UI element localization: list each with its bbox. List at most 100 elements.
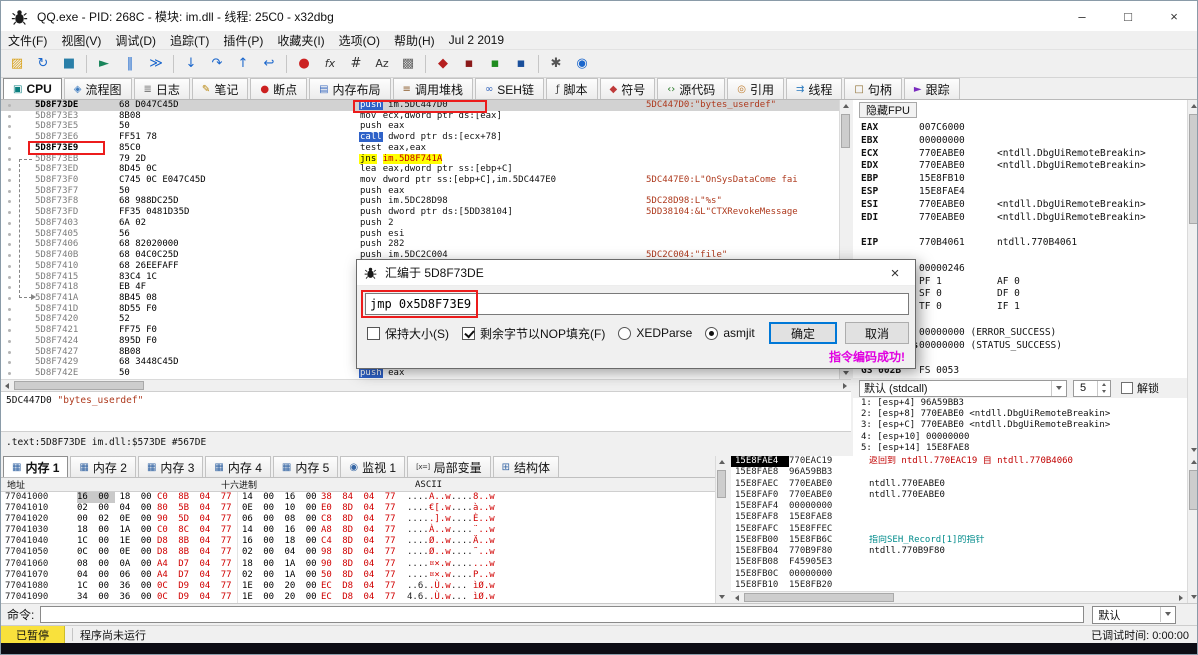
- close-button[interactable]: ×: [1151, 1, 1197, 31]
- register-row[interactable]: EIP 770B4061 ntdll.770B4061: [853, 237, 1187, 250]
- command-input[interactable]: [40, 606, 1085, 623]
- disasm-row[interactable]: 5D8F7405 56 push esi: [1, 229, 839, 240]
- tab-graph[interactable]: ◈ 流程图: [63, 78, 132, 99]
- scroll-thumb[interactable]: [841, 114, 850, 148]
- tab-memory-map[interactable]: ▤ 内存布局: [309, 78, 391, 99]
- dump-row[interactable]: 77041090 34 00 36 00 0C D9 04 77 1E 00 20 0…: [1, 591, 715, 603]
- scroll-down-icon[interactable]: [1188, 591, 1197, 603]
- minimize-button[interactable]: –: [1059, 1, 1105, 31]
- stack-row[interactable]: 15E8FAFC 15E8FFEC: [731, 524, 1187, 535]
- step-over-icon[interactable]: ↷: [205, 53, 229, 75]
- tab-source[interactable]: ‹› 源代码: [657, 78, 726, 99]
- open-folder-icon[interactable]: ▨: [5, 53, 29, 75]
- dump-row[interactable]: 77041070 04 00 06 00 A4 D7 04 77 02 00 1A 0…: [1, 569, 715, 581]
- az-icon[interactable]: Az: [370, 53, 394, 75]
- tab-breakpoints[interactable]: ● 断点: [250, 78, 308, 99]
- dump-row[interactable]: 77041060 08 00 0A 00 A4 D7 04 77 18 00 1A 0…: [1, 558, 715, 570]
- run-to-user-icon[interactable]: ≫: [144, 53, 168, 75]
- dump-row[interactable]: 77041040 1C 00 1E 00 D8 8B 04 77 16 00 18 0…: [1, 536, 715, 548]
- stack-row[interactable]: 15E8FB04 770B9F80 ntdll.770B9F80: [731, 546, 1187, 557]
- dump-vscrollbar[interactable]: [715, 456, 727, 603]
- disasm-row[interactable]: 5D8F73F8 68 988DC25D push im.5DC28D98 5DC28…: [1, 196, 839, 207]
- disasm-row[interactable]: 5D8F73E3 8B08 mov ecx,dword ptr ds:[eax]: [1, 111, 839, 122]
- scroll-down-icon[interactable]: [1188, 444, 1197, 456]
- tab-dump-2[interactable]: ▦ 内存 2: [70, 456, 136, 477]
- assembly-instruction-input[interactable]: [365, 293, 909, 315]
- disasm-row[interactable]: 5D8F7406 68 82020000 push 282: [1, 239, 839, 250]
- menu-options[interactable]: 选项(O): [332, 30, 387, 51]
- arg-count-spinner[interactable]: 5: [1073, 379, 1111, 397]
- tab-cpu[interactable]: ▣ CPU: [3, 78, 62, 99]
- tab-log[interactable]: ≣ 日志: [133, 78, 190, 99]
- disasm-row[interactable]: 5D8F73E5 50 push eax: [1, 121, 839, 132]
- tab-locals[interactable]: [x=] 局部变量: [407, 456, 491, 477]
- disasm-row[interactable]: 5D8F73E6 FF51 78 call dword ptr ds:[ecx+78…: [1, 132, 839, 143]
- tab-dump-1[interactable]: ▦ 内存 1: [3, 456, 69, 477]
- dump-row[interactable]: 77041020 00 02 0E 00 90 5D 04 77 06 00 08 0…: [1, 514, 715, 526]
- dump-row[interactable]: 77041000 16 00 18 00 C0 8B 04 77 14 00 16 0…: [1, 492, 715, 504]
- stack-row[interactable]: 15E8FB0C 00000000: [731, 569, 1187, 580]
- disasm-row[interactable]: 5D8F73ED 8D45 0C lea eax,dword ptr ss:[ebp…: [1, 164, 839, 175]
- register-row[interactable]: ESP 15E8FAE4: [853, 186, 1187, 199]
- call-arguments-panel[interactable]: 1: [esp+4] 96A59BB3 2: [esp+8] 770EABE0 <…: [853, 398, 1187, 456]
- pause-icon[interactable]: ‖: [118, 53, 142, 75]
- breakpoint-icon[interactable]: ●: [292, 53, 316, 75]
- stack-row[interactable]: 15E8FAF4 00000000: [731, 501, 1187, 512]
- calling-convention-dropdown[interactable]: 默认 (stdcall): [859, 379, 1067, 397]
- register-row[interactable]: EDI 770EABE0 <ntdll.DbgUiRemoteBreakin>: [853, 212, 1187, 225]
- asmjit-radio[interactable]: [705, 326, 719, 340]
- tab-dump-5[interactable]: ▦ 内存 5: [272, 456, 339, 477]
- command-profile-dropdown[interactable]: 默认: [1092, 605, 1177, 624]
- tab-watch-1[interactable]: ◉ 监视 1: [340, 456, 406, 477]
- hide-fpu-button[interactable]: 隐藏FPU: [859, 102, 917, 118]
- stack-row[interactable]: 15E8FAE4 770EAC19 返回到 ntdll.770EAC19 自 ntd…: [731, 456, 1187, 468]
- tab-trace[interactable]: ► 跟踪: [903, 78, 960, 99]
- menu-favourites[interactable]: 收藏夹(I): [270, 30, 331, 51]
- dialog-titlebar[interactable]: 汇编于 5D8F73DE ×: [357, 260, 915, 286]
- tab-symbols[interactable]: ◆ 符号: [599, 78, 656, 99]
- stack-row[interactable]: 15E8FAE8 96A59BB3: [731, 467, 1187, 478]
- disasm-row[interactable]: 5D8F73EB 79 2D jns im.5D8F741A: [1, 153, 839, 165]
- dump-row[interactable]: 77041050 0C 00 0E 00 D8 8B 04 77 02 00 04 0…: [1, 547, 715, 559]
- disasm-row[interactable]: 5D8F73F7 50 push eax: [1, 186, 839, 197]
- cancel-button[interactable]: 取消: [845, 322, 909, 344]
- tab-dump-3[interactable]: ▦ 内存 3: [137, 456, 204, 477]
- settings-icon[interactable]: ✱: [544, 53, 568, 75]
- step-out-icon[interactable]: ↑: [231, 53, 255, 75]
- tab-notes[interactable]: ✎ 笔记: [191, 78, 249, 99]
- disasm-row[interactable]: 5D8F73DE 68 D047C45D push im.5DC447D0 5DC44…: [1, 100, 839, 111]
- stack-row[interactable]: 15E8FB08 F45905E3: [731, 557, 1187, 568]
- menu-debug[interactable]: 调试(D): [108, 30, 163, 51]
- nop-fill-checkbox[interactable]: [462, 326, 475, 340]
- step-into-icon[interactable]: ↓: [179, 53, 203, 75]
- favorites-icon[interactable]: ◆: [431, 53, 455, 75]
- module-blue-icon[interactable]: ▪: [509, 53, 533, 75]
- module-green-icon[interactable]: ▪: [483, 53, 507, 75]
- tab-seh[interactable]: ∞ SEH链: [474, 78, 544, 99]
- disasm-row[interactable]: 5D8F73E9 85C0 test eax,eax: [1, 143, 839, 154]
- menu-view[interactable]: 视图(V): [54, 30, 108, 51]
- stack-row[interactable]: 15E8FB10 15E8FB20: [731, 580, 1187, 591]
- ok-button[interactable]: 确定: [769, 322, 837, 344]
- tab-struct[interactable]: ⊞ 结构体: [492, 456, 559, 477]
- menu-plugins[interactable]: 插件(P): [216, 30, 270, 51]
- tab-handles[interactable]: □ 句柄: [844, 78, 902, 99]
- run-icon[interactable]: ►: [92, 53, 116, 75]
- register-row[interactable]: EAX 007C6000: [853, 122, 1187, 135]
- register-row[interactable]: ESI 770EABE0 <ntdll.DbgUiRemoteBreakin>: [853, 199, 1187, 212]
- fx-icon[interactable]: fx: [318, 53, 342, 75]
- stop-icon[interactable]: ■: [57, 53, 81, 75]
- dump-row[interactable]: 77041030 18 00 1A 00 C0 8C 04 77 14 00 16 0…: [1, 525, 715, 537]
- stack-vscrollbar[interactable]: [1187, 456, 1197, 603]
- keep-size-checkbox[interactable]: [367, 326, 380, 340]
- run-to-return-icon[interactable]: ↩: [257, 53, 281, 75]
- tab-references[interactable]: ◎ 引用: [727, 78, 785, 99]
- stack-hscrollbar[interactable]: [731, 591, 1187, 603]
- patch-icon[interactable]: ▩: [396, 53, 420, 75]
- unlock-checkbox[interactable]: [1121, 382, 1133, 394]
- registers-vscrollbar[interactable]: [1187, 100, 1197, 456]
- module-red-icon[interactable]: ▪: [457, 53, 481, 75]
- stack-row[interactable]: 15E8FAEC 770EABE0 ntdll.770EABE0: [731, 479, 1187, 490]
- scroll-up-icon[interactable]: [1188, 456, 1197, 468]
- scroll-up-icon[interactable]: [1188, 100, 1197, 112]
